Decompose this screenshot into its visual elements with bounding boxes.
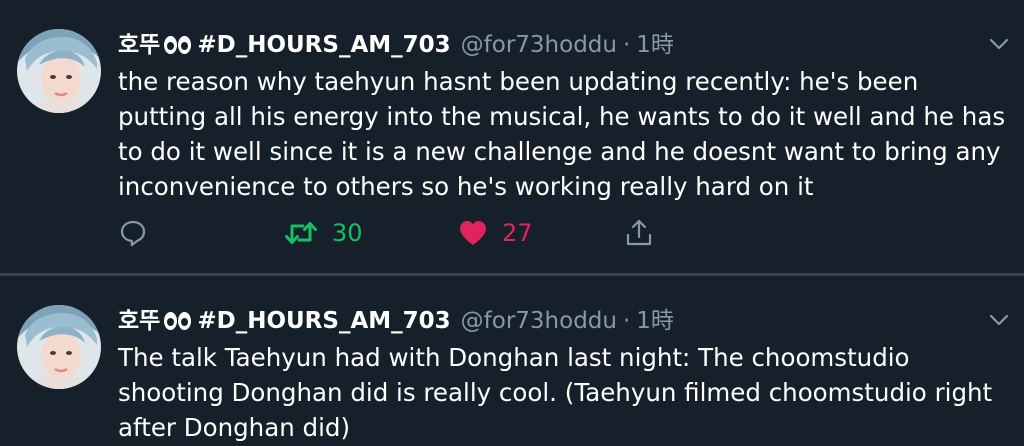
timestamp[interactable]: 1時: [636, 30, 674, 60]
timestamp[interactable]: 1時: [636, 306, 674, 336]
retweet-icon: [285, 222, 317, 244]
tweet[interactable]: 호뚜 #D_HOURS_AM_703 @for73hoddu · 1時 the …: [0, 0, 1024, 273]
tweet-header: 호뚜 #D_HOURS_AM_703 @for73hoddu · 1時: [118, 28, 674, 62]
eyes-emoji-icon: [164, 312, 192, 330]
like-button[interactable]: 27: [458, 214, 533, 252]
separator: ·: [622, 32, 631, 58]
reply-button[interactable]: [118, 214, 148, 252]
user-handle[interactable]: @for73hoddu: [461, 30, 617, 60]
tweet-text: The talk Taehyun had with Donghan last n…: [118, 343, 993, 442]
tweet-header: 호뚜 #D_HOURS_AM_703 @for73hoddu · 1時: [118, 304, 674, 338]
display-name[interactable]: 호뚜: [118, 306, 160, 336]
chevron-down-icon[interactable]: [988, 36, 1010, 52]
tweet-text: the reason why taehyun hasnt been updati…: [118, 67, 1006, 201]
display-name[interactable]: 호뚜: [118, 30, 160, 60]
retweet-count: 30: [332, 219, 363, 247]
retweet-button[interactable]: 30: [284, 214, 363, 252]
avatar[interactable]: [17, 29, 101, 113]
separator: ·: [622, 308, 631, 334]
like-count: 27: [502, 219, 533, 247]
eyes-emoji-icon: [164, 36, 192, 54]
reply-icon: [120, 220, 146, 247]
avatar[interactable]: [17, 305, 101, 389]
chevron-down-icon[interactable]: [988, 312, 1010, 328]
display-name-tag[interactable]: #D_HOURS_AM_703: [197, 30, 450, 60]
tweet[interactable]: 호뚜 #D_HOURS_AM_703 @for73hoddu · 1時 The …: [0, 276, 1024, 446]
user-handle[interactable]: @for73hoddu: [461, 306, 617, 336]
avatar-image: [17, 29, 101, 113]
avatar-image: [17, 305, 101, 389]
display-name-tag[interactable]: #D_HOURS_AM_703: [197, 306, 450, 336]
tweet-actions: 30 27: [118, 214, 678, 252]
timeline-feed: 호뚜 #D_HOURS_AM_703 @for73hoddu · 1時 the …: [0, 0, 1024, 446]
share-button[interactable]: [624, 214, 654, 252]
heart-icon: [460, 221, 486, 245]
share-icon: [626, 219, 652, 246]
